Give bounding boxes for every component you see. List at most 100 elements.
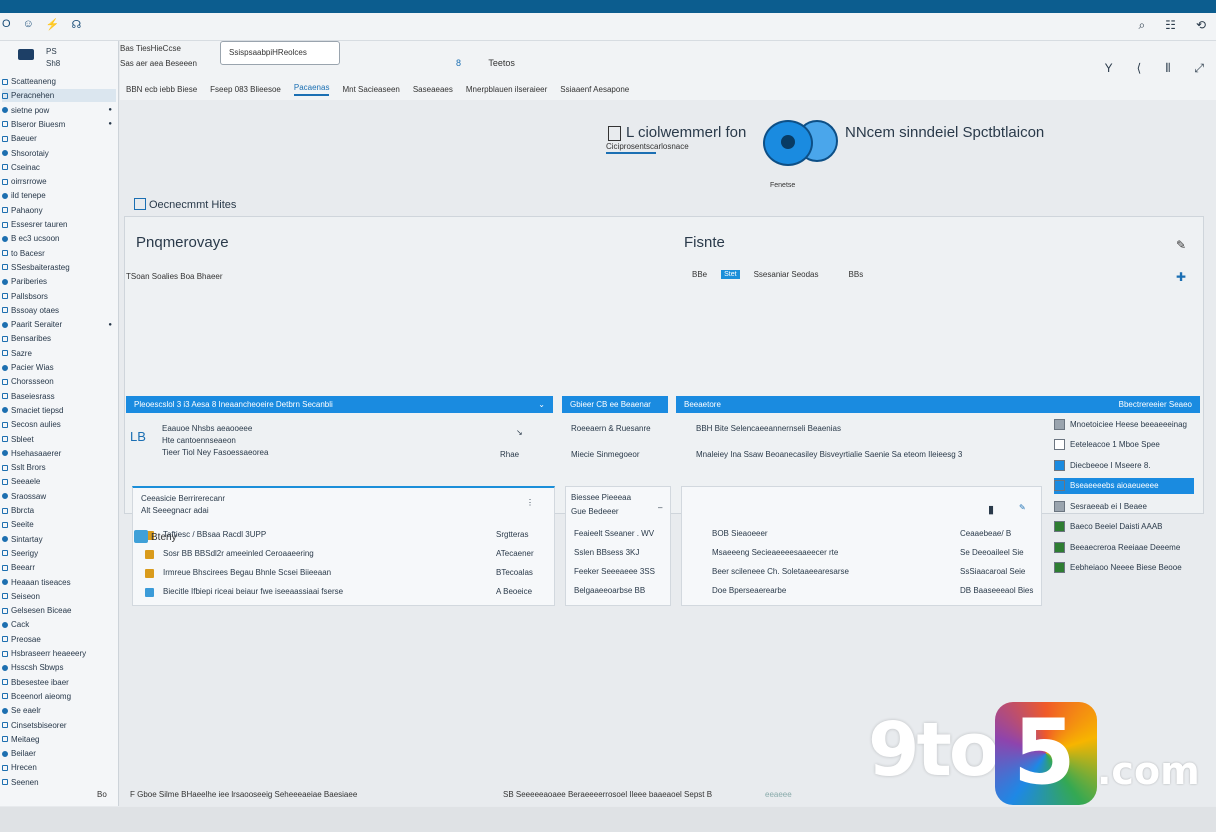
list-item[interactable]: Doe Bperseaerearbe — [712, 586, 786, 595]
expand-dot-icon[interactable]: ● — [108, 322, 112, 328]
tab[interactable]: Ssiaaenf Aesapone — [560, 85, 629, 94]
sidebar-item[interactable]: Scatteaneng — [2, 75, 116, 88]
sidebar-item[interactable]: Secosn aulies — [2, 418, 116, 431]
list-item[interactable]: Feeker Seeeaeee 3SS — [574, 567, 655, 576]
tab[interactable]: Mnerpblauen ilseraieer — [466, 85, 547, 94]
search-icon[interactable]: ⌕ — [1138, 18, 1145, 33]
expand-dot-icon[interactable]: ● — [108, 107, 112, 113]
sidebar-item[interactable]: Smaciet tiepsd — [2, 404, 116, 417]
section-bar-left[interactable]: Pleoescslol 3 i3 Aesa 8 Ineaancheoeire D… — [126, 396, 553, 413]
sidebar-item[interactable]: Cseinac — [2, 161, 116, 174]
sidebar-item[interactable]: Bceenorl aieomg — [2, 690, 116, 703]
sidebar-item[interactable]: Sazre — [2, 347, 116, 360]
list-item[interactable]: Beer scileneee Ch. Soletaaeearesarse — [712, 567, 849, 576]
card-right-trash-icon[interactable]: ▮ — [988, 503, 994, 516]
sidebar-item[interactable]: Sslt Brors — [2, 461, 116, 474]
sidebar-item[interactable]: Seiseon — [2, 590, 116, 603]
right-list-item[interactable]: Mnoetoiciee Heese beeaeeeinag — [1054, 416, 1194, 432]
flash-icon[interactable]: ⚡ — [46, 18, 60, 31]
sidebar-item[interactable]: Seeaele — [2, 475, 116, 488]
sidebar-item[interactable]: to Bacesr — [2, 247, 116, 260]
sidebar-item[interactable]: Blseror Biuesm ● — [2, 118, 116, 131]
back-icon[interactable]: ⟨ — [1137, 61, 1142, 76]
right-list-item[interactable]: Eeteleacoe 1 Mboe Spee — [1054, 437, 1194, 453]
list-item[interactable]: Msaeeeng Secieaeeeesaaeecer rte — [712, 548, 838, 557]
sidebar-item[interactable]: Bbrcta — [2, 504, 116, 517]
list-item[interactable]: Sslen BBsess 3KJ — [574, 548, 639, 557]
sidebar-item[interactable]: Bensaribes — [2, 332, 116, 345]
sidebar-item[interactable]: ild tenepe — [2, 189, 116, 202]
chevron-down-icon[interactable]: ⌄ — [538, 400, 545, 409]
sidebar-item[interactable]: Preosae — [2, 633, 116, 646]
sidebar-item[interactable]: Sraossaw — [2, 490, 116, 503]
sidebar-item[interactable]: Bssoay otaes — [2, 304, 116, 317]
sidebar-item[interactable]: Pahaony — [2, 204, 116, 217]
sidebar-item[interactable]: Hsscsh Sbwps — [2, 661, 116, 674]
sidebar-item[interactable]: Pacier Wias — [2, 361, 116, 374]
tab[interactable]: Pacaenas — [293, 83, 330, 96]
tab[interactable]: Saseaeaes — [413, 85, 453, 94]
sidebar-item[interactable]: Hsehasaaerer — [2, 447, 116, 460]
card-right-edit-icon[interactable]: ✎ — [1019, 503, 1026, 512]
sidebar-item[interactable]: sietne pow ● — [2, 104, 116, 117]
app-logo-icon[interactable]: O — [2, 18, 11, 31]
sidebar-item[interactable]: Beilaer — [2, 747, 116, 760]
columns-icon[interactable]: ⫴ — [1165, 61, 1170, 76]
sidebar-item[interactable]: Gelsesen Biceae — [2, 604, 116, 617]
list-item[interactable]: Belgaaeeoarbse BB — [574, 586, 645, 595]
section-bar-mid[interactable]: Gbieer CB ee Beaenar — [562, 396, 668, 413]
sidebar-item[interactable]: Hsbraseerr heaeeery — [2, 647, 116, 660]
sidebar-item[interactable]: Cack — [2, 618, 116, 631]
list-item[interactable]: BOB Sieaoeeer — [712, 529, 768, 538]
sidebar-item[interactable]: Beearr — [2, 561, 116, 574]
right-list-item[interactable]: Baeco Beeiel Daisti AAAB — [1054, 519, 1194, 535]
right-list-item[interactable]: Sesraeeab ei I Beaee — [1054, 498, 1194, 514]
hero-left-subtitle[interactable]: Ciciprosentscarlosnace — [606, 142, 689, 154]
sidebar-item[interactable]: Pariberies — [2, 275, 116, 288]
right-list-item[interactable]: Eebheiaoo Neeee Biese Beooe — [1054, 560, 1194, 576]
sidebar-item[interactable]: Shsorotaiy — [2, 147, 116, 160]
card-mid-minus-icon[interactable]: – — [658, 503, 662, 512]
sidebar-item[interactable]: Sbleet — [2, 433, 116, 446]
sidebar-item[interactable]: B ec3 ucsoon — [2, 232, 116, 245]
sidebar-item[interactable]: Seeite — [2, 518, 116, 531]
filter-icon[interactable]: Y — [1105, 61, 1113, 76]
sidebar-item[interactable]: Essesrer tauren — [2, 218, 116, 231]
user-icon[interactable]: ☺ — [23, 18, 34, 31]
sidebar-item[interactable]: Cinsetsbiseorer — [2, 719, 116, 732]
sidebar-item[interactable]: Heaaan tiseaces — [2, 576, 116, 589]
tab[interactable]: Mnt Sacieaseen — [342, 85, 399, 94]
right-list-item[interactable]: Bseaeeeebs aioaeueeee — [1054, 477, 1194, 494]
right-list-item[interactable]: Diecbeeoe I Mseere 8. — [1054, 457, 1194, 473]
sidebar-item[interactable]: Pallsbsors — [2, 290, 116, 303]
sidebar-item[interactable]: Paarit Seraiter ● — [2, 318, 116, 331]
sidebar-item[interactable]: SSesbaiterasteg — [2, 261, 116, 274]
sidebar-item[interactable]: Baseiesrass — [2, 390, 116, 403]
add-icon[interactable]: ✚ — [1176, 270, 1186, 284]
expand-icon[interactable]: ⤢ — [1194, 61, 1204, 76]
expand-dot-icon[interactable]: ● — [108, 121, 112, 127]
sidebar-item[interactable]: oirrsrrowe — [2, 175, 116, 188]
headset-icon[interactable]: ☊ — [72, 18, 82, 31]
list-item[interactable]: Sosr BB BBSdl2r ameeinled Ceroaaeering — [163, 549, 314, 558]
sidebar-item[interactable]: Baeuer — [2, 132, 116, 145]
sidebar-item[interactable]: Hrecen — [2, 761, 116, 774]
sidebar-logo-icon[interactable] — [18, 49, 34, 60]
sidebar-item[interactable]: Chorssseon — [2, 375, 116, 388]
list-item[interactable]: Taftiesc / BBsaa Racdl 3UPP — [163, 530, 266, 539]
list-item[interactable]: Irmreue Bhscirees Begau Bhnle Scsei Biie… — [163, 568, 331, 577]
sidebar-item[interactable]: Seerigy — [2, 547, 116, 560]
list-item[interactable]: Biecitle Ifbiepi riceai beiaur fwe iseea… — [163, 587, 343, 596]
edit-icon[interactable]: ✎ — [1176, 238, 1186, 252]
sidebar-item[interactable]: Se eaelr — [2, 704, 116, 717]
section-bar-right[interactable]: Beeaetore Bbectrereeier Seaeo — [676, 396, 1200, 413]
refresh-icon[interactable]: ⟲ — [1196, 18, 1206, 33]
sidebar-item[interactable]: Peracnehen — [2, 89, 116, 103]
tab[interactable]: Fseep 083 Blieesoe — [210, 85, 281, 94]
search-input[interactable]: SsispsaabpiHReolces — [220, 41, 340, 65]
right-list-item[interactable]: Beeaecreroa Reeiaae Deeeme — [1054, 539, 1194, 555]
list-item[interactable]: Feaieelt Sseaner . WV — [574, 529, 654, 538]
sidebar-item[interactable]: Meitaeg — [2, 733, 116, 746]
hero-bubble-icon[interactable] — [763, 120, 813, 166]
history-section[interactable]: Bteny — [134, 530, 177, 543]
